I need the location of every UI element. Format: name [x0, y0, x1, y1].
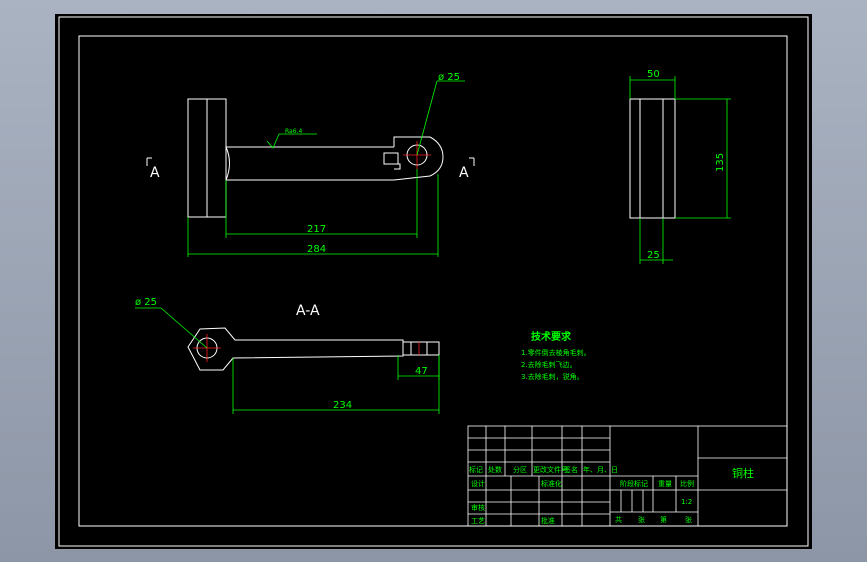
tb-sheet-label: 张 [638, 515, 645, 524]
tb-sign: 签名 [564, 465, 578, 474]
tb-check: 审核 [471, 503, 485, 512]
tb-sheet-total: 共 [615, 515, 622, 524]
tb-standard: 标准化 [541, 479, 562, 488]
section-view [187, 327, 440, 371]
tech-item-1: 1.零件倒去棱角毛刺。 [521, 348, 591, 357]
dimension-50: 50 [629, 69, 676, 99]
tb-mark: 标记 [469, 465, 483, 474]
tech-item-3: 3.去除毛刺，锐角。 [521, 372, 584, 381]
roughness-symbol [266, 133, 317, 149]
section-marker-left: A [150, 165, 160, 181]
dia-leader-section [160, 307, 208, 349]
tb-sheet-no: 第 [660, 515, 667, 524]
section-title: A-A [296, 303, 320, 319]
outer-frame [58, 16, 809, 547]
tb-date: 年、月、日 [583, 465, 618, 474]
dia-label-section: ø 25 [135, 297, 157, 308]
section-marker-right: A [459, 165, 469, 181]
svg-text:25: 25 [647, 250, 660, 261]
dimension-47: 47 [397, 355, 440, 380]
svg-text:47: 47 [415, 366, 428, 377]
inner-frame [78, 35, 788, 527]
tb-weight: 重量 [658, 480, 672, 488]
tb-zone: 分区 [513, 465, 527, 474]
svg-text:284: 284 [307, 244, 326, 255]
tech-item-2: 2.去除毛刺飞边。 [521, 360, 577, 369]
tech-title: 技术要求 [531, 330, 572, 343]
tb-design: 设计 [471, 479, 485, 488]
svg-text:135: 135 [715, 153, 726, 172]
dimension-135: 135 [675, 98, 731, 219]
tb-part-name: 铜柱 [732, 466, 754, 480]
svg-text:217: 217 [307, 224, 326, 235]
side-view [629, 98, 676, 219]
svg-text:50: 50 [647, 69, 660, 80]
tb-approve: 批准 [541, 516, 555, 525]
tb-count: 处数 [488, 465, 502, 474]
drawing-canvas: ø 25 Ra6.4 A A 217 284 50 135 25 A-A ø 2… [58, 16, 809, 547]
dimension-25-side: 25 [639, 218, 673, 264]
dia-leader-top [416, 80, 438, 156]
roughness-label: Ra6.4 [285, 128, 302, 135]
tb-sheet-label2: 张 [685, 515, 692, 524]
svg-text:234: 234 [333, 400, 352, 411]
tb-process: 工艺 [471, 517, 485, 525]
tb-stage-mark: 阶段标记 [620, 479, 648, 488]
tb-change-doc: 更改文件号 [533, 465, 568, 474]
dimension-217: 217 [225, 169, 418, 238]
tb-scale-value: 1:2 [681, 498, 692, 506]
dimension-234: 234 [232, 355, 440, 414]
cad-viewport[interactable]: ø 25 Ra6.4 A A 217 284 50 135 25 A-A ø 2… [55, 14, 812, 549]
tb-scale: 比例 [680, 479, 694, 488]
dia-label-top: ø 25 [438, 72, 460, 83]
